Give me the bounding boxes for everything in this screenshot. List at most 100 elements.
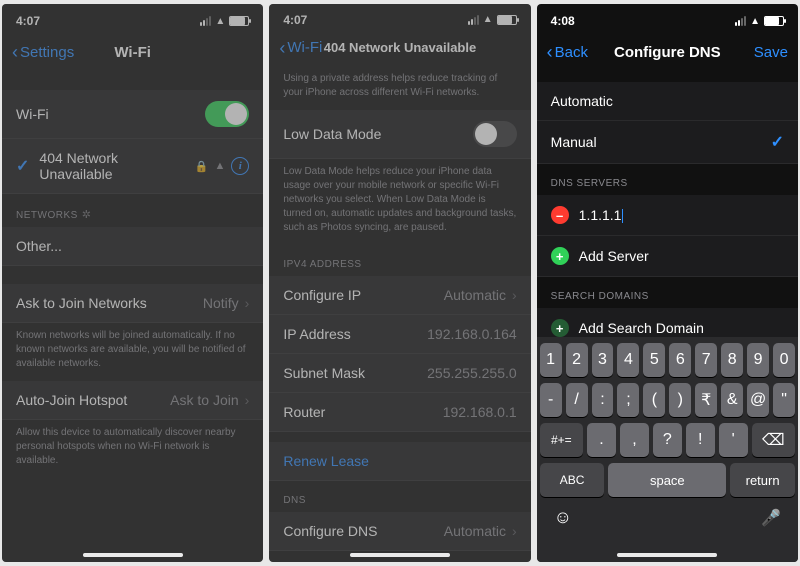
key-quote[interactable]: "	[773, 383, 795, 417]
other-row[interactable]: Other...	[2, 227, 263, 266]
key-symbols[interactable]: #+=	[540, 423, 583, 457]
key-3[interactable]: 3	[592, 343, 614, 377]
cellular-icon	[200, 16, 211, 26]
key-1[interactable]: 1	[540, 343, 562, 377]
screen-wifi: 4:07 ▲ ‹ Settings Wi-Fi Wi-Fi ✓ 404 Netw…	[2, 4, 263, 562]
low-data-toggle[interactable]	[473, 121, 517, 147]
key-apostrophe[interactable]: '	[719, 423, 748, 457]
key-colon[interactable]: :	[592, 383, 614, 417]
key-dash[interactable]: -	[540, 383, 562, 417]
add-icon[interactable]: +	[551, 247, 569, 265]
ask-to-join-label: Ask to Join Networks	[16, 295, 147, 311]
key-lparen[interactable]: (	[643, 383, 665, 417]
chevron-right-icon: ›	[245, 295, 250, 311]
remove-icon[interactable]: –	[551, 206, 569, 224]
key-9[interactable]: 9	[747, 343, 769, 377]
key-semicolon[interactable]: ;	[617, 383, 639, 417]
configure-ip-label: Configure IP	[283, 287, 361, 303]
ipv4-header: IPV4 ADDRESS	[269, 245, 530, 276]
nav-bar: ‹ Settings Wi-Fi	[2, 32, 263, 72]
ask-to-join-row[interactable]: Ask to Join Networks Notify›	[2, 284, 263, 323]
key-slash[interactable]: /	[566, 383, 588, 417]
automatic-label: Automatic	[551, 93, 613, 109]
auto-join-label: Auto-Join Hotspot	[16, 392, 127, 408]
back-button[interactable]: ‹ Back	[547, 43, 588, 61]
dns-server-input[interactable]: 1.1.1.1	[579, 207, 624, 223]
home-indicator[interactable]	[617, 553, 717, 557]
ip-address-row: IP Address 192.168.0.164	[269, 315, 530, 354]
battery-icon	[764, 16, 784, 26]
manual-label: Manual	[551, 134, 597, 150]
home-indicator[interactable]	[83, 553, 183, 557]
keyboard[interactable]: 1 2 3 4 5 6 7 8 9 0 - / : ; ( ) ₹ & @ " …	[537, 337, 798, 562]
key-question[interactable]: ?	[653, 423, 682, 457]
wifi-toggle[interactable]	[205, 101, 249, 127]
dns-server-row[interactable]: – 1.1.1.1	[537, 195, 798, 236]
add-server-row[interactable]: + Add Server	[537, 236, 798, 277]
configure-dns-row[interactable]: Configure DNS Automatic›	[269, 512, 530, 551]
key-amp[interactable]: &	[721, 383, 743, 417]
back-button[interactable]: ‹ Wi-Fi	[279, 39, 322, 57]
chevron-left-icon: ‹	[12, 43, 18, 61]
nav-bar: ‹ Wi-Fi 404 Network Unavailable	[269, 30, 530, 66]
screen-network-details: 4:07 ▲ ‹ Wi-Fi 404 Network Unavailable U…	[269, 4, 530, 562]
home-indicator[interactable]	[350, 553, 450, 557]
key-at[interactable]: @	[747, 383, 769, 417]
spinner-icon: ✲	[82, 209, 92, 221]
subnet-mask-value: 255.255.255.0	[427, 365, 517, 381]
add-icon[interactable]: +	[551, 319, 569, 337]
key-rupee[interactable]: ₹	[695, 383, 717, 417]
low-data-footer: Low Data Mode helps reduce your iPhone d…	[269, 159, 530, 245]
low-data-row[interactable]: Low Data Mode	[269, 110, 530, 159]
key-exclaim[interactable]: !	[686, 423, 715, 457]
key-abc[interactable]: ABC	[540, 463, 605, 497]
back-button[interactable]: ‹ Settings	[12, 43, 74, 61]
wifi-toggle-row[interactable]: Wi-Fi	[2, 90, 263, 139]
renew-lease-label: Renew Lease	[283, 453, 369, 469]
wifi-signal-icon: ▲	[214, 160, 225, 172]
chevron-right-icon: ›	[512, 523, 517, 539]
status-time: 4:08	[551, 14, 575, 28]
key-comma[interactable]: ,	[620, 423, 649, 457]
key-space[interactable]: space	[608, 463, 726, 497]
key-return[interactable]: return	[730, 463, 795, 497]
key-period[interactable]: .	[587, 423, 616, 457]
auto-join-row[interactable]: Auto-Join Hotspot Ask to Join›	[2, 381, 263, 420]
add-server-label: Add Server	[579, 248, 649, 264]
configure-ip-value: Automatic	[444, 287, 506, 303]
key-7[interactable]: 7	[695, 343, 717, 377]
chevron-right-icon: ›	[512, 287, 517, 303]
screen-configure-dns: 4:08 ▲ ‹ Back Configure DNS Save Automat…	[537, 4, 798, 562]
ip-label: IP Address	[283, 326, 350, 342]
status-bar: 4:08 ▲	[537, 4, 798, 32]
content: Using a private address helps reduce tra…	[269, 66, 530, 562]
router-value: 192.168.0.1	[443, 404, 517, 420]
key-6[interactable]: 6	[669, 343, 691, 377]
dns-header: DNS	[269, 481, 530, 512]
key-5[interactable]: 5	[643, 343, 665, 377]
automatic-row[interactable]: Automatic	[537, 82, 798, 121]
keyboard-row-2: - / : ; ( ) ₹ & @ "	[540, 383, 795, 417]
current-network-row[interactable]: ✓ 404 Network Unavailable 🔒 ▲ i	[2, 139, 263, 194]
configure-ip-row[interactable]: Configure IP Automatic ›	[269, 276, 530, 315]
ask-to-join-footer: Known networks will be joined automatica…	[2, 323, 263, 381]
chevron-left-icon: ‹	[279, 39, 285, 57]
renew-lease-row[interactable]: Renew Lease	[269, 442, 530, 481]
info-icon[interactable]: i	[231, 157, 249, 175]
key-rparen[interactable]: )	[669, 383, 691, 417]
subnet-mask-row: Subnet Mask 255.255.255.0	[269, 354, 530, 393]
status-time: 4:07	[16, 14, 40, 28]
wifi-label: Wi-Fi	[16, 106, 49, 122]
save-button[interactable]: Save	[754, 44, 788, 61]
key-8[interactable]: 8	[721, 343, 743, 377]
back-label: Wi-Fi	[287, 39, 322, 56]
mic-icon[interactable]: 🎤	[761, 508, 781, 528]
battery-icon	[497, 15, 517, 25]
key-4[interactable]: 4	[617, 343, 639, 377]
key-0[interactable]: 0	[773, 343, 795, 377]
emoji-icon[interactable]: ☺	[554, 507, 572, 528]
key-backspace[interactable]: ⌫	[752, 423, 795, 457]
manual-row[interactable]: Manual ✓	[537, 121, 798, 164]
wifi-icon: ▲	[215, 16, 225, 27]
key-2[interactable]: 2	[566, 343, 588, 377]
